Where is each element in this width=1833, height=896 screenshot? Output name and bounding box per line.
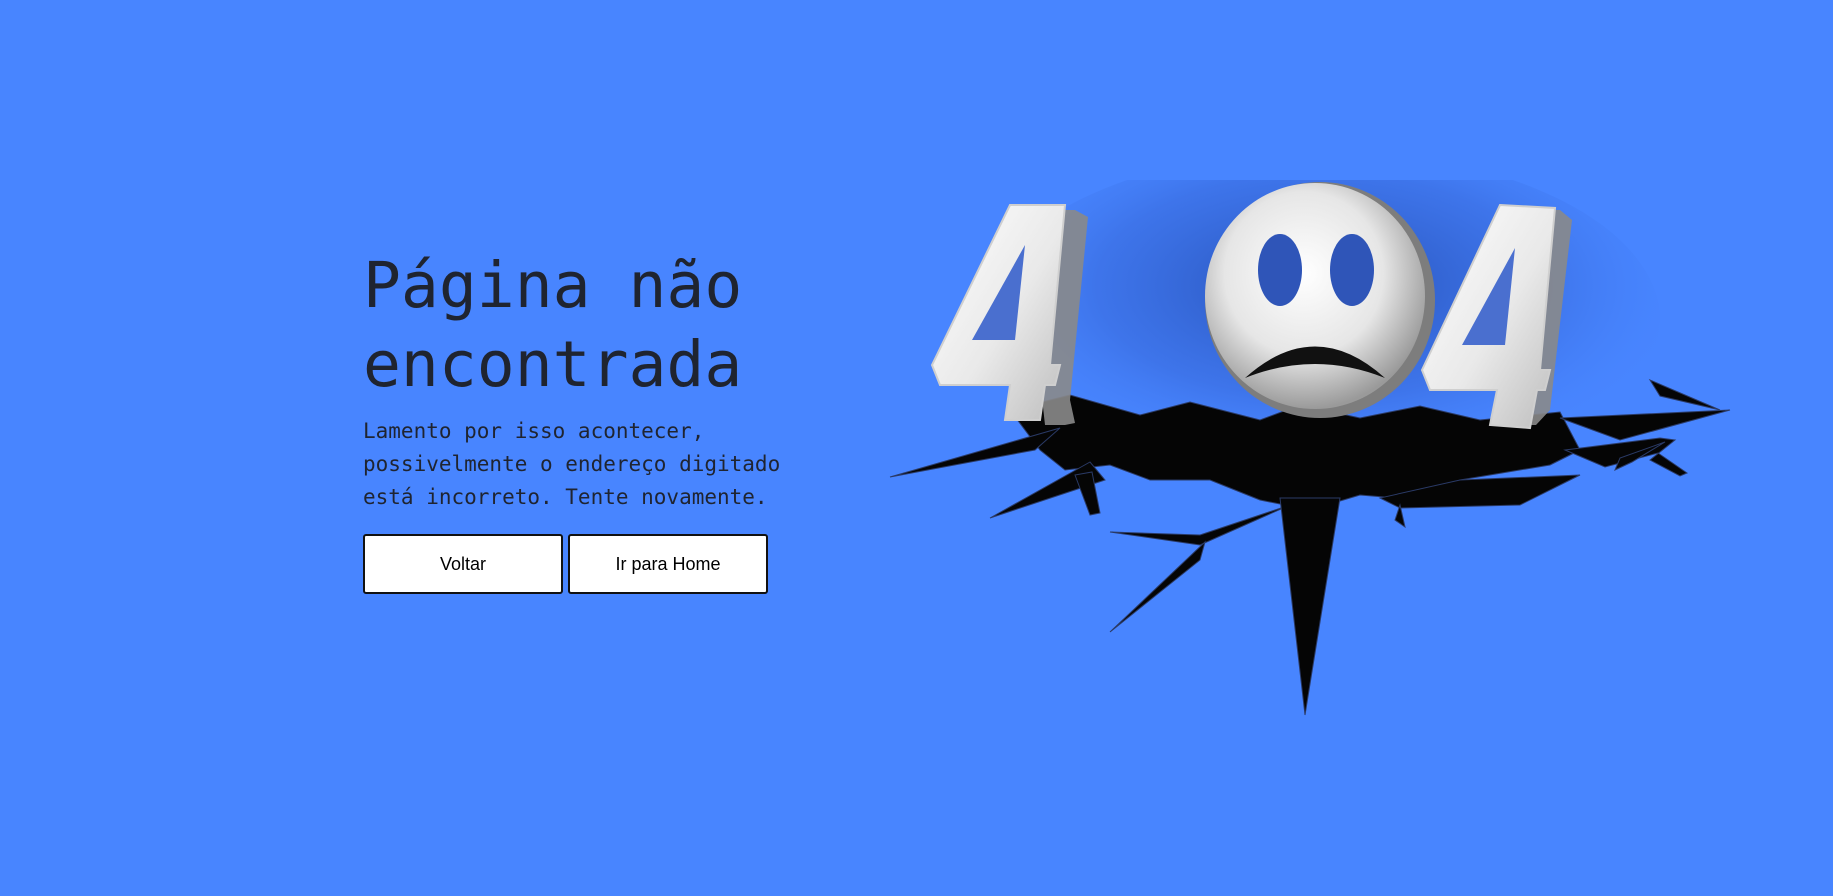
404-cracked-illustration: [860, 180, 1820, 740]
error-message-block: Página não encontrada Lamento por isso a…: [363, 246, 823, 594]
error-description: Lamento por isso acontecer, possivelment…: [363, 415, 823, 514]
page-title: Página não encontrada: [363, 246, 823, 404]
sad-face-left-eye: [1258, 234, 1302, 306]
page-title-line-2: encontrada: [363, 328, 743, 401]
crack-icon: [889, 378, 1731, 716]
error-page: Página não encontrada Lamento por isso a…: [0, 0, 1833, 896]
home-button[interactable]: Ir para Home: [568, 534, 768, 594]
sad-face-icon: [1205, 182, 1435, 418]
back-button[interactable]: Voltar: [363, 534, 563, 594]
sad-face-right-eye: [1330, 234, 1374, 306]
description-line-1: Lamento por isso acontecer,: [363, 419, 705, 443]
description-line-3: está incorreto. Tente novamente.: [363, 485, 768, 509]
description-line-2: possivelmente o endereço digitado: [363, 452, 781, 476]
page-title-line-1: Página não: [363, 249, 743, 322]
digit-4-left: [930, 204, 1088, 425]
action-buttons: Voltar Ir para Home: [363, 534, 823, 594]
404-illustration-svg: [889, 180, 1731, 716]
